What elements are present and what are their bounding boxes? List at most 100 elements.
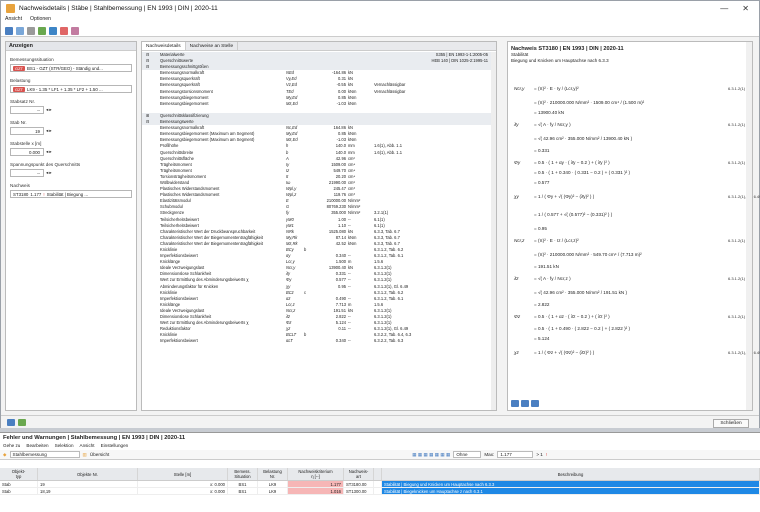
scrollbar[interactable]: [491, 52, 496, 410]
formula-text: = 1 / ( Φy + √( (Φy)² − (λ̄y)² ) ): [534, 194, 595, 199]
formula-line: Ncr,z = (π)² · E · Iz / (Lcr,z)² 6.3.1.2(1…: [514, 238, 745, 243]
menu-gehe-zu[interactable]: Gehe zu: [3, 442, 20, 450]
errors-window: Fehler und Warnungen | Stahlbemessung | …: [0, 432, 760, 512]
cell-stelle: x: 0.000: [138, 481, 228, 487]
param-label: Imperfektionsbeiwert: [160, 338, 198, 344]
formula-line: = (π)² · 210000.000 N/mm² · 549.70 cm⁴ /…: [514, 252, 642, 257]
situation-chip: GZT: [13, 65, 25, 71]
help-icon[interactable]: [7, 419, 15, 426]
stepper-arrows-icon[interactable]: ◂ ▸: [46, 107, 52, 113]
cell-stelle: x: 0.000: [138, 488, 228, 494]
overview-label[interactable]: Übersicht: [90, 452, 109, 457]
stelle-stepper[interactable]: 0.000 ◂ ▸: [10, 148, 52, 156]
stepper-arrows-icon[interactable]: ◂ ▸: [46, 128, 52, 134]
formula-symbol: Φz: [514, 314, 521, 319]
cell-sit: BS1: [228, 488, 258, 494]
errors-title: Fehler und Warnungen | Stahlbemessung | …: [3, 435, 186, 441]
table-row: Bemessungsbiegemoment Mz,Ed -1.03 kNm: [142, 101, 492, 107]
table-row[interactable]: Stab 18,19 x: 0.000 BS1 LK9 1.016 ST1300.00 Sta…: [0, 488, 760, 495]
formula-symbol: Ncr,y: [514, 86, 525, 91]
table-row[interactable]: Stab 19 x: 0.000 BS1 LK9 1.177 ST3180.00 Stabil…: [0, 481, 760, 488]
menu-ansicht[interactable]: Ansicht: [80, 442, 95, 450]
formula-reference: 6.3.1.2(1): [728, 160, 746, 165]
member-icon[interactable]: [38, 26, 46, 35]
print-icon[interactable]: [511, 400, 519, 407]
formula-text: = (π)² · E · Iy / (Lcr,y)²: [534, 86, 579, 91]
minimize-button[interactable]: —: [720, 4, 728, 13]
zoom-icon[interactable]: [16, 26, 24, 35]
cell-art: ST3180.00: [344, 481, 374, 487]
cell-eta: 1.016: [288, 488, 344, 494]
column-header[interactable]: Bemess. Situation: [228, 468, 258, 480]
model-icon[interactable]: [27, 26, 35, 35]
view-icon[interactable]: [5, 26, 13, 35]
menu-ansicht[interactable]: Ansicht: [5, 16, 22, 25]
belastung-select[interactable]: GZT LK9 - 1.35 * LF1 + 1.35 * LF2 + 1.50…: [10, 85, 132, 93]
param-unit: --: [348, 338, 351, 344]
column-header[interactable]: [374, 468, 382, 480]
formula-symbol: Φy: [514, 160, 521, 165]
formula-symbol: Ncr,z: [514, 238, 525, 243]
panel-header: Anzeigen: [6, 42, 136, 51]
nachweis-select[interactable]: ST3180 1.177 ! Stabilität | Biegung ...: [10, 190, 132, 198]
formula-symbol: λ̄z: [514, 276, 519, 281]
details-table: ⊟ Materialwerte S355 | EN 1993-1-1:2005-05…: [142, 52, 492, 345]
formula-line: = 1 / ( 0.577 + √( (0.577)² − (0.331)² )…: [514, 212, 612, 217]
scrollbar[interactable]: [746, 42, 752, 410]
menu-einstellungen[interactable]: Einstellungen: [101, 442, 129, 450]
column-header[interactable]: Stelle [m]: [138, 468, 228, 480]
formula-line: χz = 1 / ( Φz + √( (Φz)² − (λ̄z)² ) ) 6.3.…: [514, 350, 760, 355]
formula-text: = 0.95: [534, 226, 547, 231]
formula-reference: 6.3.1.2(1): [728, 122, 746, 127]
tool-icons[interactable]: ▦ ▦ ▦ ▦ ▦ ▦ ▦: [412, 452, 450, 458]
stab-stepper[interactable]: 19 ◂ ▸: [10, 127, 52, 135]
situation-select[interactable]: GZT BS1 - GZT (STR/GEO) - Ständig und...: [10, 64, 132, 72]
formula-text: = √( 42.96 cm² · 355.000 N/mm² / 191.51 …: [534, 290, 628, 295]
stabsatz-stepper[interactable]: -- ◂ ▸: [10, 106, 52, 114]
errors-menu: Gehe zu Bearbeiten Selektion Ansicht Ein…: [0, 442, 760, 450]
close-window-button[interactable]: ✕: [742, 4, 749, 13]
details-dialog: Nachweisdetails | Stäbe | Stahlbemessung…: [0, 0, 760, 428]
tab-nachweisdetails[interactable]: Nachweisdetails: [142, 42, 186, 50]
column-header[interactable]: Nachweiskriterium η [--]: [288, 468, 344, 480]
section-icon[interactable]: [49, 26, 57, 35]
title-bar: Nachweisdetails | Stäbe | Stahlbemessung…: [1, 1, 759, 16]
warning-icon: !: [43, 191, 45, 197]
menu-selektion[interactable]: Selektion: [55, 442, 74, 450]
stepper-arrows-icon[interactable]: ◂ ▸: [46, 149, 52, 155]
stepper-arrows-icon[interactable]: ◂ ▸: [46, 170, 52, 176]
param-symbol: αLT: [286, 338, 293, 344]
filter-icon[interactable]: [71, 26, 79, 35]
cell-bel: LK9: [258, 488, 288, 494]
formula-text: = 13900.40 kN: [534, 110, 565, 115]
column-header[interactable]: Nachweis- art: [344, 468, 374, 480]
formula-text: = 0.5 · ( 1 + αz · ( λ̄z − 0.2 ) + ( λ̄z…: [534, 314, 610, 319]
module-select[interactable]: Stahlbemessung: [9, 451, 80, 458]
column-header[interactable]: Objekte Nr.: [38, 468, 138, 480]
formula-text: = 0.5 · ( 1 + αy · ( λ̄y − 0.2 ) + ( λ̄y…: [534, 160, 610, 165]
close-button[interactable]: Schließen: [713, 419, 749, 428]
formula-reference: 6.3.1.2(1): [728, 238, 746, 243]
param-note: 6.3.2.2, Tab. 6.3: [374, 338, 404, 344]
settings-icon[interactable]: [531, 400, 539, 407]
formula-symbol: λ̄y: [514, 122, 519, 127]
menu-optionen[interactable]: Optionen: [30, 16, 51, 25]
errors-table: Objekt- typ Objekte Nr. Stelle [m] Bemess. …: [0, 468, 760, 495]
formula-line: = 5.124: [514, 336, 549, 341]
spannung-stepper[interactable]: -- ◂ ▸: [10, 169, 52, 177]
result-icon[interactable]: [60, 26, 68, 35]
formula-text: = 0.577: [534, 180, 550, 185]
tab-nachweise-an-stelle[interactable]: Nachweise an Stelle: [186, 42, 239, 50]
column-header[interactable]: Objekt- typ: [0, 468, 38, 480]
report-icon[interactable]: [18, 419, 26, 426]
cell-warning: [374, 481, 382, 487]
ohne-select[interactable]: Ohne: [453, 451, 482, 458]
column-header[interactable]: Belastung Nr.: [258, 468, 288, 480]
cell-art: ST1300.00: [344, 488, 374, 494]
menu-bearbeiten[interactable]: Bearbeiten: [26, 442, 48, 450]
param-symbol: Mz,Ed: [286, 100, 298, 106]
column-header[interactable]: Beschreibung: [382, 468, 760, 480]
export-icon[interactable]: [521, 400, 529, 407]
max-input[interactable]: 1.177: [497, 451, 534, 458]
section-info: HEB 140 | DIN 1025-2:1995-11: [431, 58, 488, 64]
